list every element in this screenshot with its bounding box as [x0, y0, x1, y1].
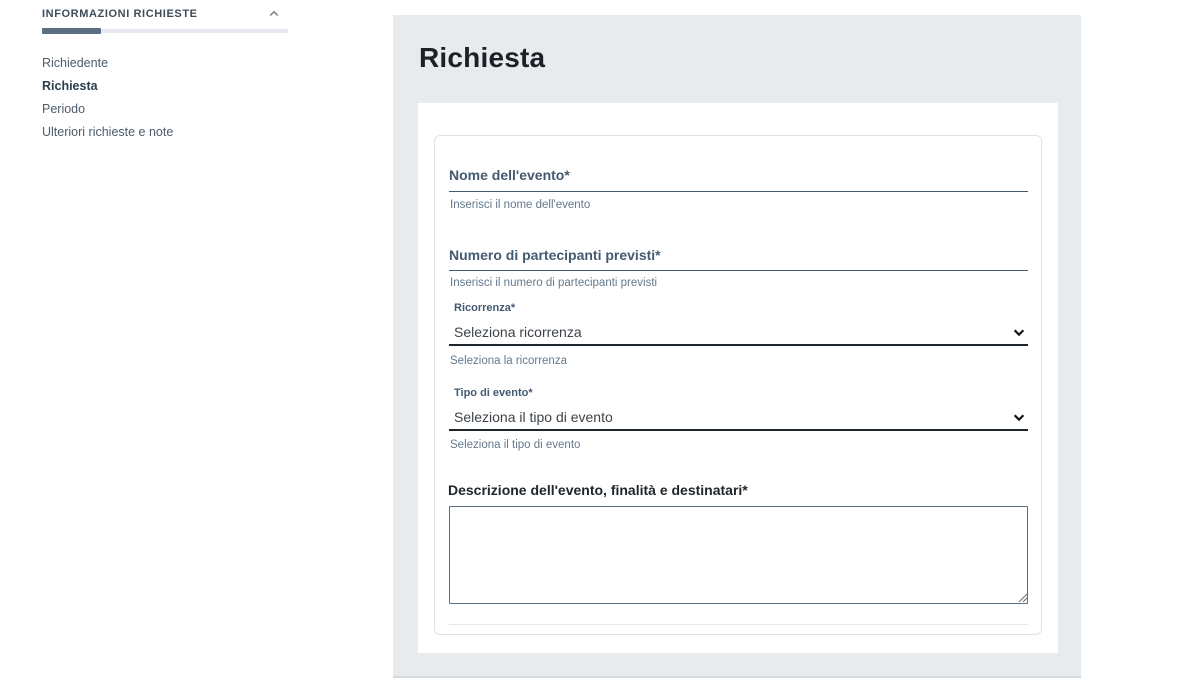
sidebar-item-ulteriori-richieste[interactable]: Ulteriori richieste e note: [42, 121, 173, 144]
card-divider: [449, 624, 1028, 625]
sidebar-item-periodo[interactable]: Periodo: [42, 98, 173, 121]
event-type-helper: Seleziona il tipo di evento: [450, 439, 580, 451]
description-textarea[interactable]: [449, 506, 1028, 604]
sidebar-item-richiedente[interactable]: Richiedente: [42, 52, 173, 75]
progress-bar: [42, 29, 288, 33]
description-label: Descrizione dell'evento, finalità e dest…: [448, 482, 748, 498]
sidebar-section-title: INFORMAZIONI RICHIESTE: [42, 8, 198, 20]
chevron-down-icon: [1012, 325, 1026, 339]
event-name-helper: Inserisci il nome dell'evento: [450, 199, 590, 211]
form-card: Nome dell'evento* Inserisci il nome dell…: [434, 135, 1042, 635]
event-type-select-value: Seleziona il tipo di evento: [449, 409, 613, 425]
sidebar-section-header[interactable]: INFORMAZIONI RICHIESTE: [42, 8, 288, 20]
recurrence-label: Ricorrenza*: [454, 302, 515, 314]
progress-bar-fill: [42, 28, 101, 34]
recurrence-select[interactable]: Seleziona ricorrenza: [449, 320, 1028, 346]
recurrence-select-value: Seleziona ricorrenza: [449, 324, 582, 340]
page-title: Richiesta: [419, 42, 545, 74]
form-panel: Nome dell'evento* Inserisci il nome dell…: [418, 103, 1058, 653]
chevron-up-icon[interactable]: [268, 8, 280, 20]
participants-input[interactable]: [449, 249, 1028, 271]
event-name-input[interactable]: [449, 170, 1028, 192]
event-type-select[interactable]: Seleziona il tipo di evento: [449, 405, 1028, 431]
chevron-down-icon: [1012, 410, 1026, 424]
sidebar-item-richiesta[interactable]: Richiesta: [42, 75, 173, 98]
sidebar-nav: Richiedente Richiesta Periodo Ulteriori …: [42, 52, 173, 144]
recurrence-helper: Seleziona la ricorrenza: [450, 355, 567, 367]
event-type-label: Tipo di evento*: [454, 387, 533, 399]
sidebar: INFORMAZIONI RICHIESTE Richiedente Richi…: [0, 0, 320, 693]
main-content: Richiesta Nome dell'evento* Inserisci il…: [393, 15, 1081, 678]
participants-helper: Inserisci il numero di partecipanti prev…: [450, 277, 657, 289]
